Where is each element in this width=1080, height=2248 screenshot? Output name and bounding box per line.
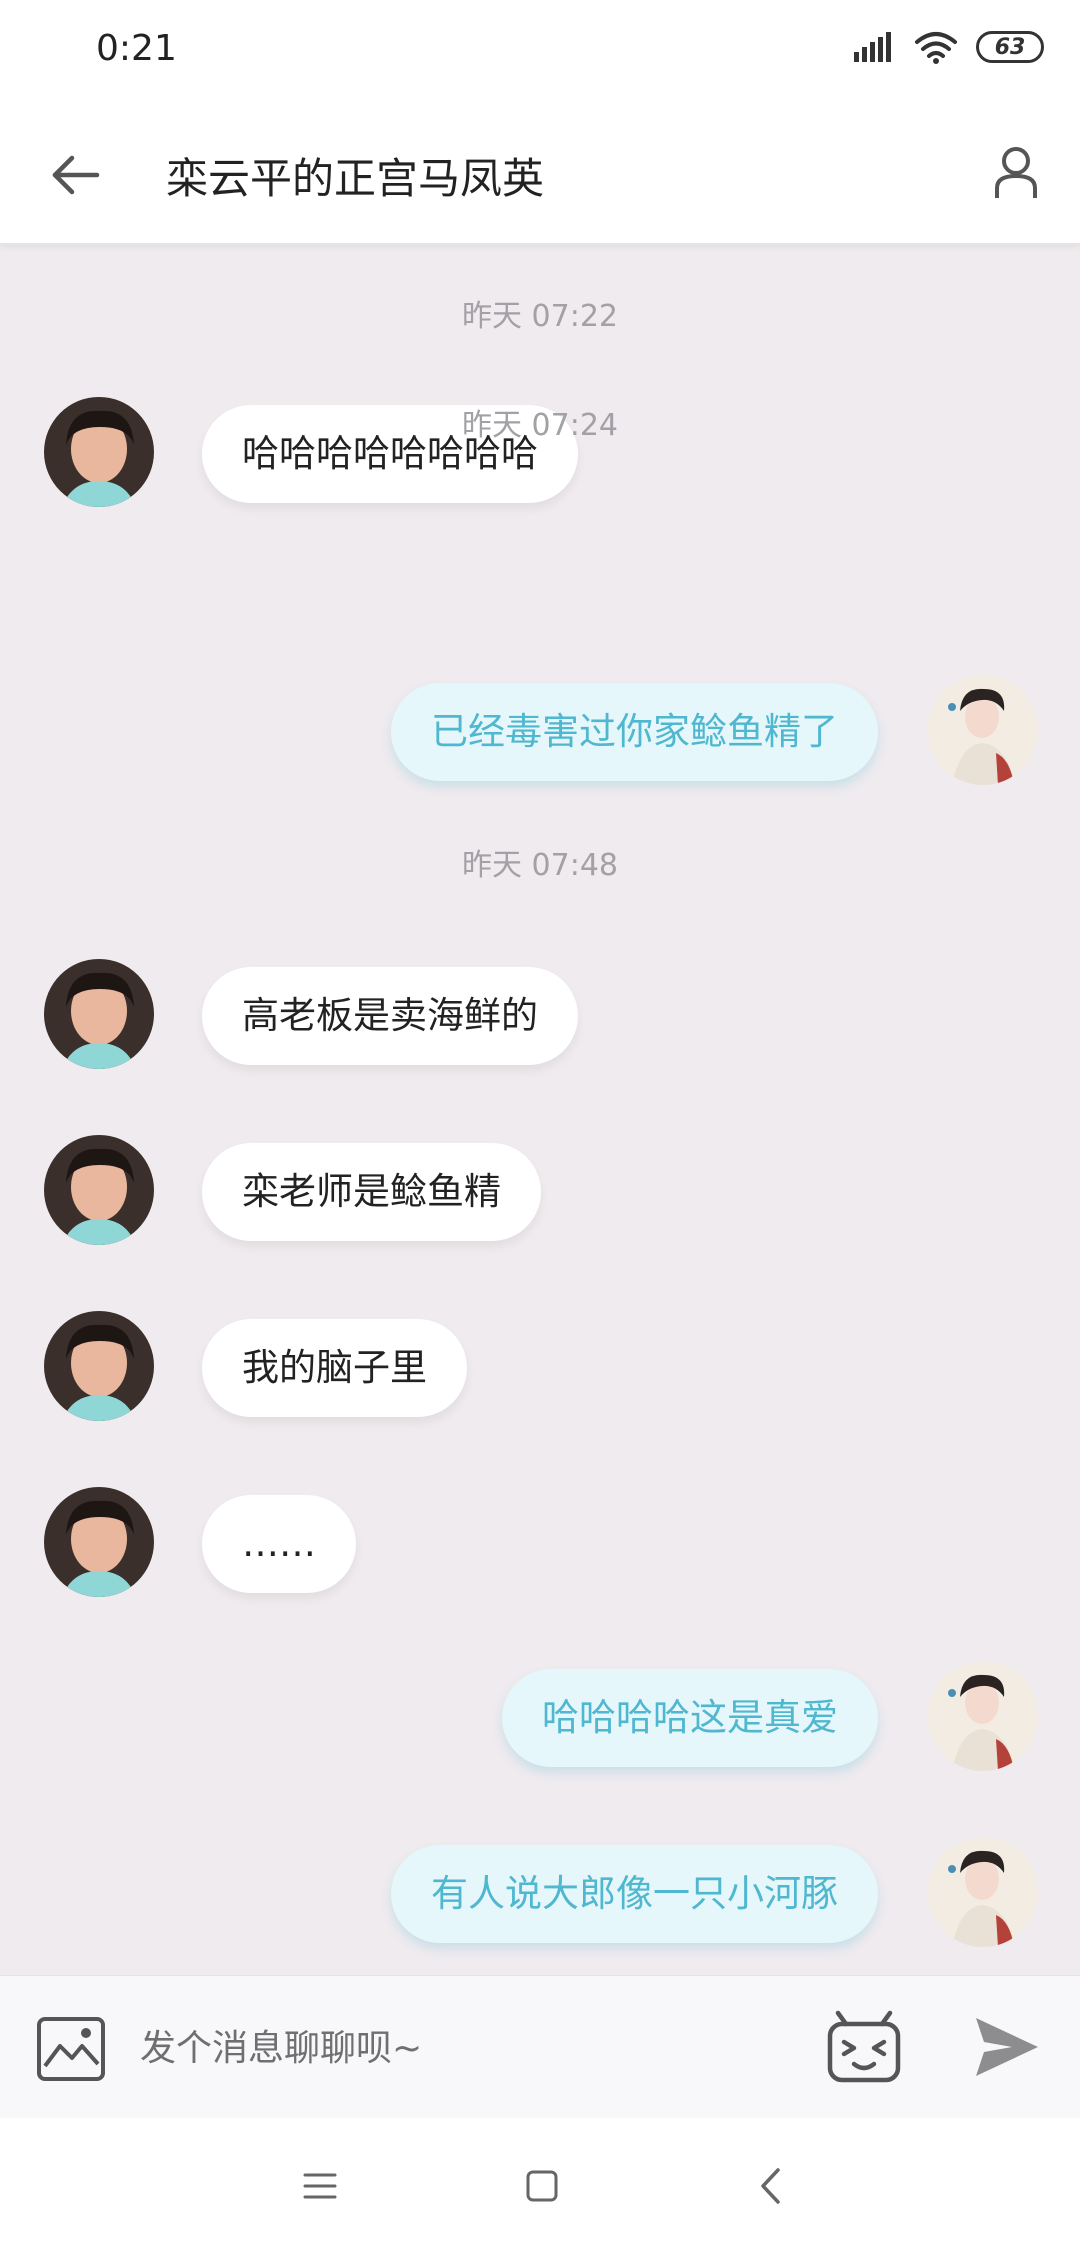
menu-icon bbox=[303, 2173, 337, 2199]
image-icon bbox=[37, 2017, 105, 2081]
status-time: 0:21 bbox=[96, 28, 177, 69]
avatar[interactable] bbox=[928, 1837, 1038, 1947]
chevron-left-icon bbox=[761, 2168, 780, 2204]
avatar[interactable] bbox=[928, 675, 1038, 785]
timestamp: 昨天 07:24 bbox=[462, 408, 618, 443]
image-button[interactable] bbox=[36, 2016, 106, 2082]
send-button[interactable] bbox=[974, 2016, 1040, 2078]
home-square-icon bbox=[526, 2170, 558, 2202]
send-icon bbox=[976, 2018, 1038, 2076]
message-bubble[interactable]: 我的脑子里 bbox=[202, 1319, 467, 1417]
avatar[interactable] bbox=[44, 959, 154, 1069]
home-nav-button[interactable] bbox=[512, 2156, 572, 2216]
signal-icon bbox=[854, 32, 891, 62]
message-bubble[interactable]: 有人说大郎像一只小河豚 bbox=[391, 1845, 878, 1943]
tv-emoji-icon bbox=[827, 2010, 901, 2083]
message-incoming: 高老板是卖海鲜的 bbox=[0, 959, 1080, 1071]
person-icon bbox=[995, 147, 1037, 198]
message-bubble[interactable]: 已经毒害过你家鲶鱼精了 bbox=[391, 683, 878, 781]
message-composer bbox=[0, 1975, 1080, 2118]
timestamp: 昨天 07:48 bbox=[462, 848, 618, 883]
chat-header: 栾云平的正宫马凤英 bbox=[0, 105, 1080, 245]
back-button[interactable] bbox=[40, 139, 112, 211]
message-outgoing: 哈哈哈哈这是真爱 bbox=[0, 1661, 1080, 1775]
status-icons: 63 bbox=[854, 30, 1044, 64]
wifi-icon bbox=[915, 32, 957, 64]
status-bar: 0:21 63 bbox=[0, 0, 1080, 105]
message-incoming: 我的脑子里 bbox=[0, 1311, 1080, 1423]
emoji-button[interactable] bbox=[826, 2010, 902, 2084]
message-bubble[interactable]: …… bbox=[202, 1495, 356, 1593]
avatar[interactable] bbox=[928, 1661, 1038, 1771]
avatar[interactable] bbox=[44, 1487, 154, 1597]
message-outgoing: 已经毒害过你家鲶鱼精了 bbox=[0, 675, 1080, 789]
avatar[interactable] bbox=[44, 1135, 154, 1245]
message-list[interactable]: 昨天 07:22 哈哈哈哈哈哈哈哈 昨天 07:24 已经毒害过你家鲶鱼精了 昨… bbox=[0, 247, 1080, 1975]
message-outgoing: 有人说大郎像一只小河豚 bbox=[0, 1837, 1080, 1951]
avatar[interactable] bbox=[44, 1311, 154, 1421]
battery-indicator: 63 bbox=[976, 31, 1044, 63]
back-nav-button[interactable] bbox=[740, 2156, 800, 2216]
menu-nav-button[interactable] bbox=[290, 2156, 350, 2216]
profile-button[interactable] bbox=[980, 137, 1052, 209]
message-incoming: 栾老师是鲶鱼精 bbox=[0, 1135, 1080, 1247]
message-bubble[interactable]: 栾老师是鲶鱼精 bbox=[202, 1143, 541, 1241]
chat-title: 栾云平的正宫马凤英 bbox=[166, 154, 545, 203]
message-bubble[interactable]: 哈哈哈哈这是真爱 bbox=[502, 1669, 878, 1767]
system-nav-bar bbox=[0, 2118, 1080, 2248]
message-incoming: …… bbox=[0, 1487, 1080, 1599]
message-input[interactable] bbox=[140, 2006, 780, 2090]
timestamp: 昨天 07:22 bbox=[462, 299, 618, 334]
message-bubble[interactable]: 高老板是卖海鲜的 bbox=[202, 967, 578, 1065]
arrow-left-icon bbox=[52, 155, 100, 195]
